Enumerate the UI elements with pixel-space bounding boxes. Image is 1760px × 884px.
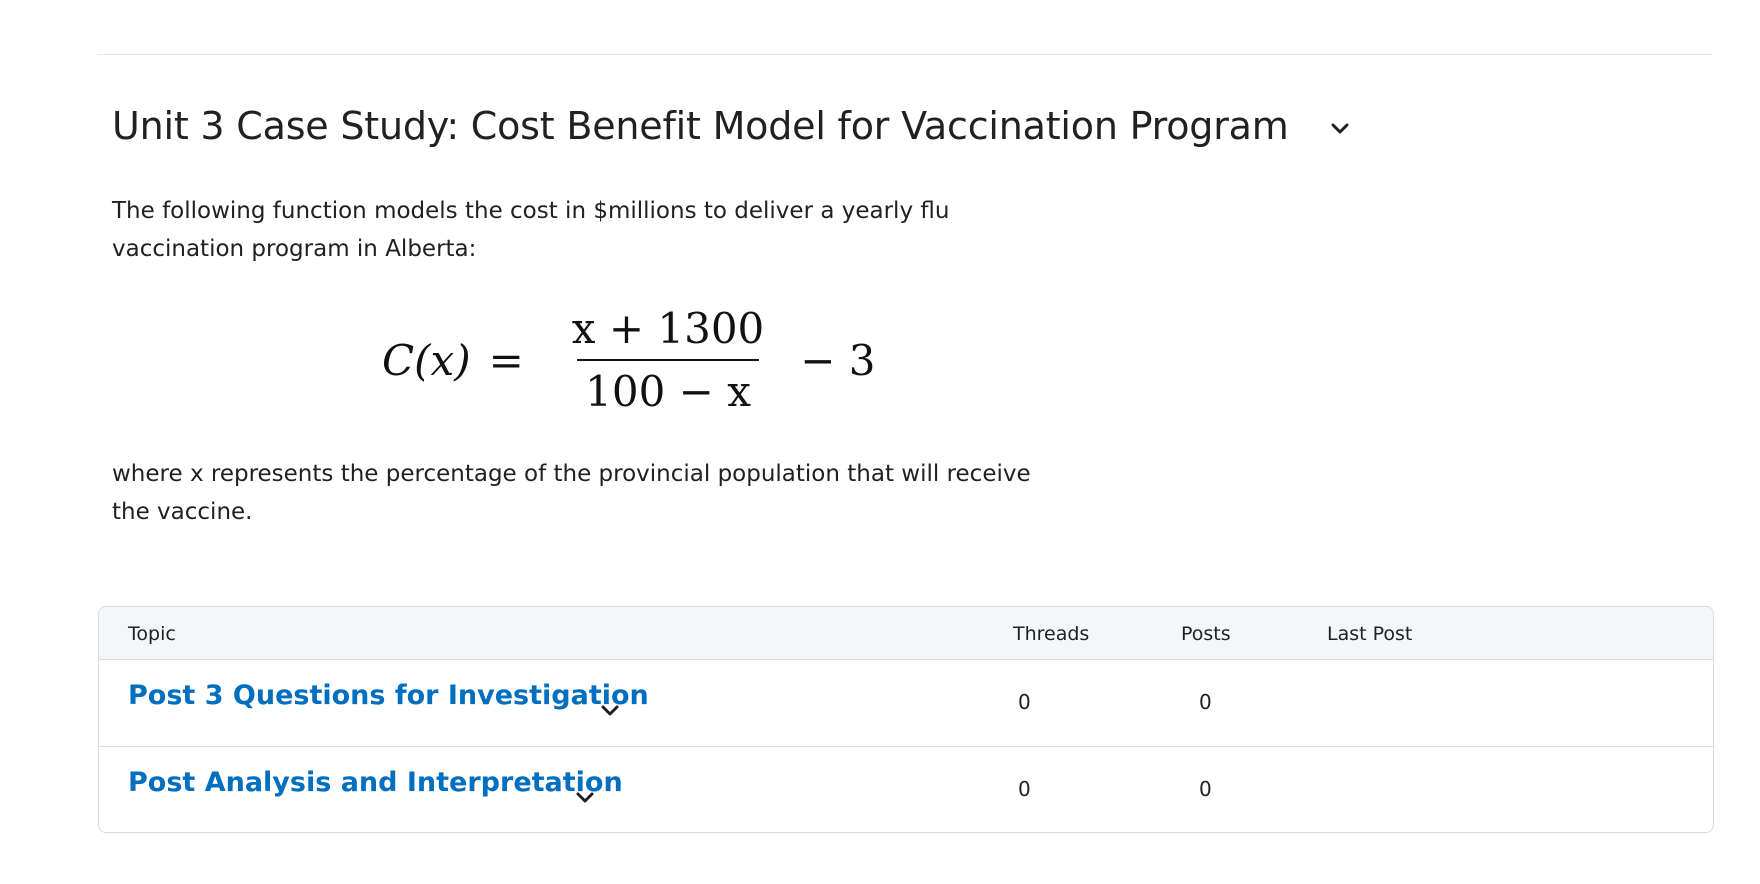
topic-link[interactable]: Post Analysis and Interpretation: [128, 767, 623, 798]
chevron-down-icon[interactable]: [574, 787, 596, 809]
topic-link[interactable]: Post 3 Questions for Investigation: [128, 680, 649, 711]
table-row: Post 3 Questions for Investigation 0 0: [99, 660, 1713, 747]
threads-count: 0: [1018, 690, 1031, 714]
formula-lhs: C(x): [382, 335, 471, 385]
column-header-posts: Posts: [1181, 623, 1231, 645]
formula-denominator: 100 − x: [585, 367, 751, 416]
formula-tail: − 3: [800, 335, 876, 385]
cost-formula: C(x) = x + 1300 100 − x − 3: [382, 300, 876, 420]
chevron-down-icon[interactable]: [1329, 118, 1351, 140]
threads-count: 0: [1018, 777, 1031, 801]
top-divider: [98, 54, 1712, 55]
chevron-down-icon[interactable]: [599, 700, 621, 722]
posts-count: 0: [1199, 777, 1212, 801]
column-header-last-post: Last Post: [1327, 623, 1413, 645]
table-header: Topic Threads Posts Last Post: [99, 607, 1713, 660]
table-row: Post Analysis and Interpretation 0 0: [99, 747, 1713, 832]
topic-title: Unit 3 Case Study: Cost Benefit Model fo…: [112, 104, 1289, 148]
topic-description-after: where x represents the percentage of the…: [112, 461, 1031, 525]
formula-fraction: x + 1300 100 − x: [566, 304, 770, 416]
column-header-topic: Topic: [128, 623, 176, 645]
formula-equals: =: [488, 335, 524, 385]
column-header-threads: Threads: [1013, 623, 1090, 645]
formula-numerator: x + 1300: [571, 304, 765, 353]
posts-count: 0: [1199, 690, 1212, 714]
topics-table: Topic Threads Posts Last Post Post 3 Que…: [98, 606, 1714, 833]
topic-header: Unit 3 Case Study: Cost Benefit Model fo…: [112, 104, 1351, 148]
topic-description-intro: The following function models the cost i…: [112, 198, 950, 262]
